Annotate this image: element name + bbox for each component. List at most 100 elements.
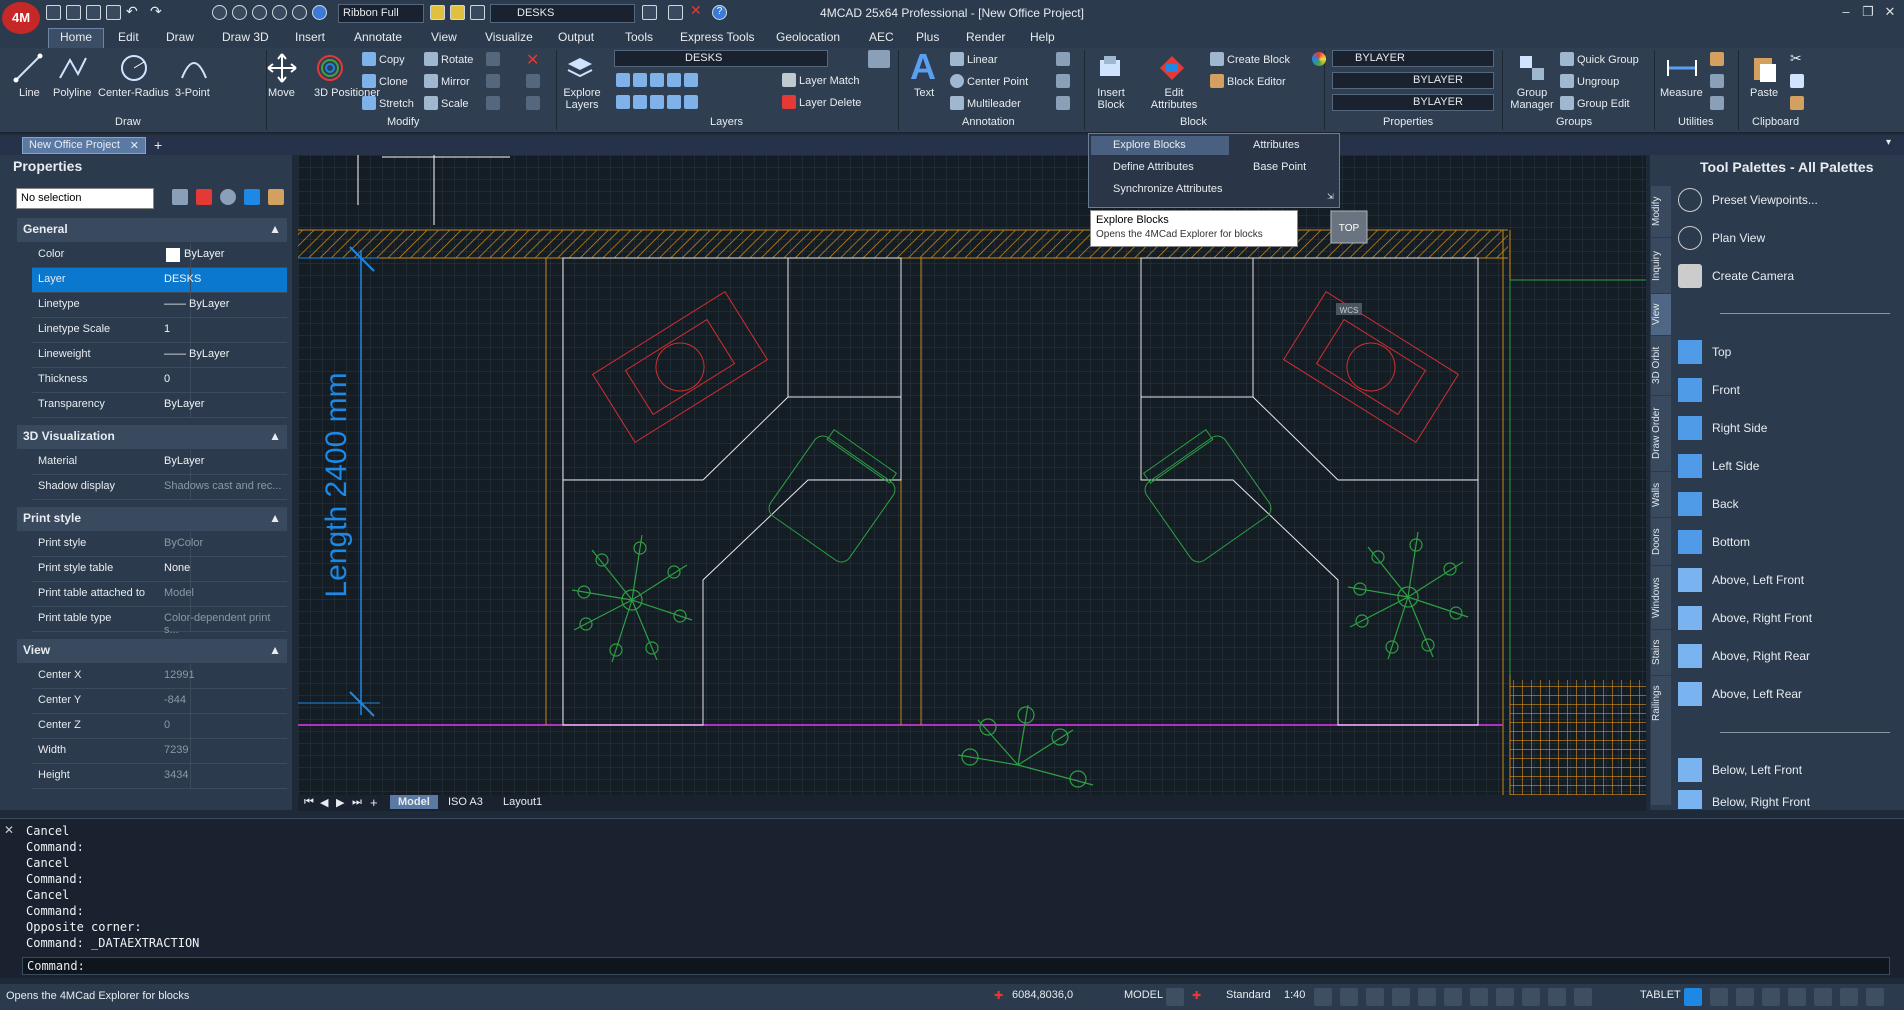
cut-icon[interactable]: ✂ (1790, 50, 1802, 67)
rotate-button[interactable]: Rotate (424, 52, 473, 66)
prop-row-color[interactable]: Color ByLayer (32, 243, 287, 268)
ribbon-collapse-icon[interactable]: ▾ (1886, 137, 1891, 148)
prop-row-center-y[interactable]: Center Y -844 (32, 689, 287, 714)
3-point-button[interactable]: 3-Point (175, 87, 210, 99)
customize-icon[interactable] (1866, 988, 1884, 1006)
menu-home[interactable]: Home (60, 30, 92, 44)
mirror-button[interactable]: Mirror (424, 74, 470, 88)
tab-3d-orbit[interactable]: 3D Orbit (1651, 335, 1671, 395)
tab-doors[interactable]: Doors (1651, 517, 1671, 565)
prop-row-material[interactable]: Material ByLayer (32, 450, 287, 475)
quick-select-icon[interactable] (1710, 96, 1727, 110)
model-space-toggle[interactable]: MODEL (1124, 989, 1163, 1001)
prev-tab-icon[interactable]: ◀ (320, 796, 328, 809)
tab-model[interactable]: Model (390, 795, 438, 809)
palette-item-above-left-front[interactable]: Above, Left Front (1676, 567, 1886, 595)
menu-render[interactable]: Render (966, 30, 1005, 44)
section-print-style[interactable]: Print style ▲ (17, 507, 287, 531)
grid-toggle-icon[interactable] (1166, 988, 1184, 1006)
scale-status[interactable]: 1:40 (1284, 989, 1305, 1001)
next-tab-icon[interactable]: ▶ (336, 796, 344, 809)
define-attributes-item[interactable]: Define Attributes (1091, 158, 1229, 177)
menu-aec[interactable]: AEC (869, 30, 894, 44)
erase-icon[interactable]: ✕ (526, 50, 539, 70)
base-point-item[interactable]: Base Point (1231, 158, 1337, 177)
menu-geolocation[interactable]: Geolocation (776, 30, 840, 44)
menu-express-tools[interactable]: Express Tools (680, 30, 754, 44)
menu-edit[interactable]: Edit (118, 30, 139, 44)
drawing-canvas[interactable]: Length 2400 mm TOP WCS (298, 155, 1646, 798)
lineweight-icon[interactable] (1444, 988, 1462, 1006)
create-block-button[interactable]: Create Block (1210, 52, 1290, 66)
layer-delete-button[interactable]: Layer Delete (782, 95, 861, 109)
otrack-icon[interactable] (1418, 988, 1436, 1006)
palette-item-top[interactable]: Top (1676, 339, 1886, 367)
tab-new-office-project[interactable]: New Office Project ✕ (22, 137, 146, 154)
prop-row-thickness[interactable]: Thickness 0 (32, 368, 287, 393)
menu-help[interactable]: Help (1030, 30, 1055, 44)
circle-center-radius-icon[interactable] (118, 52, 150, 84)
text-style-status[interactable]: Standard (1226, 989, 1271, 1001)
insert-block-button[interactable]: Insert Block (1094, 87, 1128, 111)
menu-visualize[interactable]: Visualize (485, 30, 533, 44)
tab-layout1[interactable]: Layout1 (503, 796, 542, 808)
ortho-icon[interactable] (1340, 988, 1358, 1006)
text-button[interactable]: Text (914, 87, 934, 99)
tab-view[interactable]: View (1651, 293, 1671, 335)
trim-icon[interactable] (486, 52, 503, 66)
layer-props-icon[interactable] (868, 50, 893, 68)
explore-layers-button[interactable]: Explore Layers (562, 87, 602, 111)
clipboard-panel-label[interactable]: Clipboard (1752, 116, 1799, 128)
edit-attributes-icon[interactable] (1156, 52, 1188, 84)
arc-3point-icon[interactable] (178, 52, 210, 84)
filter-icon[interactable] (1710, 52, 1727, 66)
prop-row-height[interactable]: Height 3434 (32, 764, 287, 789)
calculator-icon[interactable] (1710, 74, 1727, 88)
menu-lines-icon[interactable] (1574, 988, 1592, 1006)
hardware-accel-icon[interactable] (1814, 988, 1832, 1006)
color-select[interactable]: BYLAYER (1332, 50, 1494, 67)
select-objects-icon[interactable] (196, 189, 212, 205)
clone-button[interactable]: Clone (362, 74, 408, 88)
tab-windows[interactable]: Windows (1651, 565, 1671, 629)
linetype-select[interactable]: BYLAYER (1332, 72, 1494, 89)
prop-row-print-style-table[interactable]: Print style table None (32, 557, 287, 582)
layer-tools-row2[interactable] (616, 95, 701, 109)
table-icon[interactable] (1056, 52, 1073, 66)
menu-tools[interactable]: Tools (625, 30, 653, 44)
properties-panel-label[interactable]: Properties (1383, 116, 1433, 128)
paste-button[interactable]: Paste (1750, 87, 1778, 99)
prop-row-lineweight[interactable]: Lineweight —— ByLayer (32, 343, 287, 368)
group-manager-button[interactable]: Group Manager (1508, 87, 1556, 111)
add-layout-icon[interactable]: + (370, 795, 378, 810)
tab-draw-order[interactable]: Draw Order (1651, 395, 1671, 471)
section-view[interactable]: View ▲ (17, 639, 287, 663)
offset-icon[interactable] (486, 74, 503, 88)
tab-inquiry[interactable]: Inquiry (1651, 237, 1671, 293)
annotation-scale-icon[interactable]: ✚ (1192, 989, 1201, 1002)
clean-screen-icon[interactable] (1840, 988, 1858, 1006)
text-icon[interactable]: A (910, 46, 936, 88)
prop-row-print-table-attached[interactable]: Print table attached to Model (32, 582, 287, 607)
selection-dropdown[interactable]: No selection (16, 188, 154, 209)
paste-icon[interactable] (1748, 52, 1780, 84)
funnel-icon[interactable] (268, 189, 284, 205)
tab-modify-palette[interactable]: Modify (1651, 185, 1671, 237)
tab-iso-a3[interactable]: ISO A3 (448, 796, 483, 808)
center-point-button[interactable]: Center Point (950, 74, 1028, 88)
prop-row-width[interactable]: Width 7239 (32, 739, 287, 764)
menu-insert[interactable]: Insert (295, 30, 325, 44)
join-icon[interactable] (526, 96, 543, 110)
copy-clip-icon[interactable] (1790, 74, 1807, 88)
tab-railings[interactable]: Railings (1651, 675, 1671, 731)
insert-block-icon[interactable] (1094, 52, 1126, 84)
stretch-button[interactable]: Stretch (362, 96, 414, 110)
move-button[interactable]: Move (268, 87, 295, 99)
prop-row-linetype[interactable]: Linetype —— ByLayer (32, 293, 287, 318)
center-radius-button[interactable]: Center-Radius (98, 87, 169, 99)
palette-item-above-right-rear[interactable]: Above, Right Rear (1676, 643, 1886, 671)
prop-row-print-table-type[interactable]: Print table type Color-dependent print s.… (32, 607, 287, 636)
prop-row-center-x[interactable]: Center X 12991 (32, 664, 287, 689)
move-icon[interactable] (266, 52, 298, 84)
settings-gear-icon[interactable] (1684, 988, 1702, 1006)
